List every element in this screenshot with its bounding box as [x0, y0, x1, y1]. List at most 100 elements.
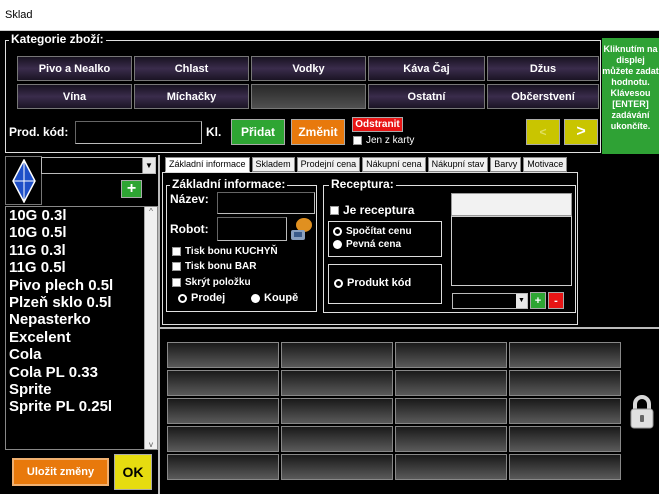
hide-item-box[interactable] — [172, 278, 181, 287]
list-item[interactable]: Nepasterko — [6, 311, 157, 328]
category-kava-caj[interactable]: Káva Čaj — [368, 56, 485, 81]
padlock-icon — [630, 395, 654, 429]
list-scrollbar[interactable]: ^ v — [144, 207, 157, 449]
list-item[interactable]: 11G 0.3l — [6, 242, 157, 259]
category-pivo-a-nealko[interactable]: Pivo a Nealko — [17, 56, 132, 81]
tab-purchase-price[interactable]: Nákupní cena — [362, 157, 426, 172]
lock-button[interactable] — [628, 394, 656, 430]
category-empty[interactable] — [251, 84, 366, 109]
previous-button[interactable]: < — [526, 119, 560, 145]
purchase-radio-dot[interactable] — [251, 293, 260, 303]
calc-price-radio-dot[interactable] — [333, 227, 342, 236]
filter-select[interactable]: ▼ — [41, 157, 156, 174]
scroll-down-icon[interactable]: v — [145, 440, 157, 449]
blue-diamond-icon — [11, 158, 36, 203]
tab-purchase-status[interactable]: Nákupní stav — [427, 157, 489, 172]
is-recipe-box[interactable] — [330, 205, 339, 215]
grid-button[interactable] — [281, 370, 393, 396]
tab-colors[interactable]: Barvy — [490, 157, 522, 172]
grid-button[interactable] — [509, 370, 621, 396]
grid-button[interactable] — [167, 398, 279, 424]
grid-button[interactable] — [281, 454, 393, 480]
list-item[interactable]: 11G 0.5l — [6, 259, 157, 276]
list-item[interactable]: Excelent — [6, 329, 157, 346]
grid-button[interactable] — [167, 342, 279, 368]
grid-button[interactable] — [281, 342, 393, 368]
product-list[interactable]: 10G 0.3l 10G 0.5l 11G 0.3l 11G 0.5l Pivo… — [5, 206, 158, 450]
scroll-up-icon[interactable]: ^ — [145, 207, 157, 216]
grid-button[interactable] — [395, 342, 507, 368]
sale-radio-dot[interactable] — [178, 293, 187, 303]
print-kitchen-box[interactable] — [172, 247, 181, 256]
print-kitchen-checkbox[interactable]: Tisk bonu KUCHYŇ — [172, 246, 278, 257]
recipe-header-field[interactable] — [451, 193, 572, 216]
robot-label: Robot: — [170, 222, 209, 236]
robot-button[interactable] — [287, 216, 315, 244]
print-bar-checkbox[interactable]: Tisk bonu BAR — [172, 261, 256, 272]
only-from-card-checkbox[interactable]: Jen z karty — [353, 135, 414, 146]
recipe-add-button[interactable]: + — [530, 292, 546, 309]
grid-button[interactable] — [509, 398, 621, 424]
chevron-down-icon[interactable]: ▼ — [516, 294, 527, 308]
grid-button[interactable] — [509, 426, 621, 452]
grid-button[interactable] — [281, 398, 393, 424]
grid-button[interactable] — [395, 426, 507, 452]
tab-stock[interactable]: Skladem — [251, 157, 295, 172]
category-vina[interactable]: Vína — [17, 84, 132, 109]
grid-button[interactable] — [395, 370, 507, 396]
fixed-price-radio-dot[interactable] — [333, 240, 342, 249]
grid-button[interactable] — [167, 370, 279, 396]
sidebar-add-button[interactable]: + — [121, 180, 142, 198]
only-from-card-box[interactable] — [353, 136, 362, 145]
purchase-radio[interactable]: Koupě — [251, 292, 298, 304]
fixed-price-radio[interactable]: Pevná cena — [333, 239, 401, 250]
category-ostatni[interactable]: Ostatní — [368, 84, 485, 109]
name-input[interactable] — [217, 192, 315, 214]
chevron-down-icon[interactable]: ▼ — [142, 158, 155, 173]
recipe-list[interactable] — [451, 216, 572, 286]
category-michacky[interactable]: Míchačky — [134, 84, 249, 109]
product-code-input[interactable] — [75, 121, 202, 144]
category-obcerstveni[interactable]: Občerstvení — [487, 84, 599, 109]
next-button[interactable]: > — [564, 119, 598, 145]
list-item[interactable]: Cola PL 0.33 — [6, 364, 157, 381]
category-chlast[interactable]: Chlast — [134, 56, 249, 81]
logo — [5, 156, 42, 205]
print-bar-box[interactable] — [172, 262, 181, 271]
grid-button[interactable] — [395, 454, 507, 480]
grid-button[interactable] — [167, 426, 279, 452]
save-changes-button[interactable]: Uložit změny — [12, 458, 109, 486]
product-code-radio-dot[interactable] — [334, 278, 343, 288]
grid-button[interactable] — [395, 398, 507, 424]
grid-button[interactable] — [509, 342, 621, 368]
grid-button[interactable] — [509, 454, 621, 480]
change-button[interactable]: Změnit — [291, 119, 345, 145]
tab-sale-price[interactable]: Prodejní cena — [296, 157, 361, 172]
ok-button[interactable]: OK — [114, 454, 152, 490]
add-button[interactable]: Přidat — [231, 119, 285, 145]
category-dzus[interactable]: Džus — [487, 56, 599, 81]
grid-button[interactable] — [167, 454, 279, 480]
recipe-remove-button[interactable]: - — [548, 292, 564, 309]
robot-input[interactable] — [217, 217, 287, 241]
list-item[interactable]: Pivo plech 0.5l — [6, 277, 157, 294]
list-item[interactable]: Sprite PL 0.25l — [6, 398, 157, 415]
sale-radio[interactable]: Prodej — [178, 292, 225, 304]
product-code-label: Prod. kód: — [9, 125, 69, 139]
list-item[interactable]: Plzeň sklo 0.5l — [6, 294, 157, 311]
category-vodky[interactable]: Vodky — [251, 56, 366, 81]
product-code-radio[interactable]: Produkt kód — [334, 277, 411, 289]
title-bar: Sklad — [0, 0, 659, 31]
list-item[interactable]: 10G 0.3l — [6, 207, 157, 224]
grid-button[interactable] — [281, 426, 393, 452]
recipe-select[interactable]: ▼ — [452, 293, 528, 309]
calc-price-radio[interactable]: Spočítat cenu — [333, 226, 412, 237]
list-item[interactable]: Sprite — [6, 381, 157, 398]
tab-basic-info[interactable]: Základní informace — [165, 157, 250, 172]
is-recipe-checkbox[interactable]: Je receptura — [330, 203, 414, 217]
remove-button[interactable]: Odstranit — [352, 117, 403, 132]
tab-motivation[interactable]: Motivace — [523, 157, 568, 172]
list-item[interactable]: Cola — [6, 346, 157, 363]
list-item[interactable]: 10G 0.5l — [6, 224, 157, 241]
hide-item-checkbox[interactable]: Skrýt položku — [172, 277, 251, 288]
